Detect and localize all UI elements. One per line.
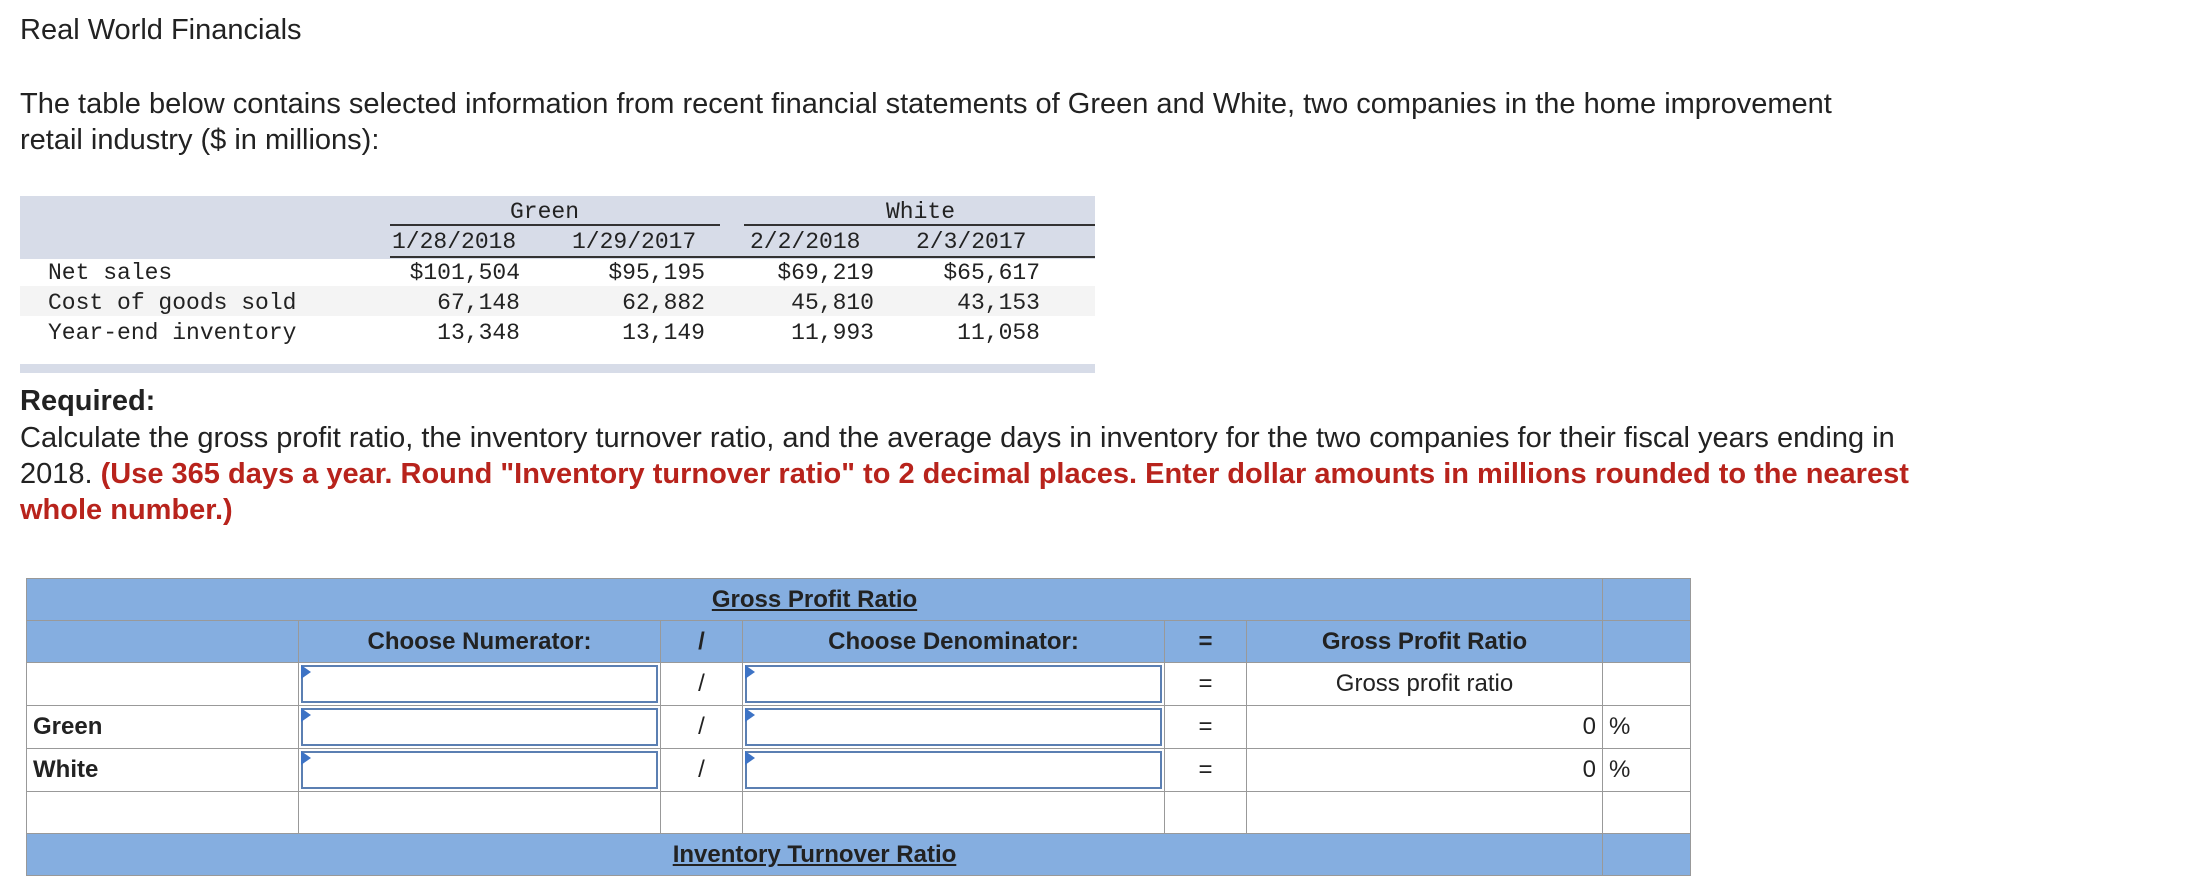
row-label-cost-of-goods-sold: Cost of goods sold <box>48 290 297 316</box>
denominator-input[interactable] <box>742 705 1165 749</box>
green-company-header: Green <box>510 199 580 225</box>
header-blank-cell <box>1602 578 1691 621</box>
gross-profit-title: Gross Profit Ratio <box>711 585 918 613</box>
percent-unit: % <box>1602 705 1691 749</box>
dropdown-indicator-icon <box>745 665 755 679</box>
dropdown-indicator-icon <box>301 665 311 679</box>
dropdown-indicator-icon <box>745 708 755 722</box>
denominator-dropdown-box[interactable] <box>745 665 1162 703</box>
equals-sign: = <box>1164 662 1247 706</box>
value-cell: 13,348 <box>437 320 520 346</box>
denominator-input-box[interactable] <box>745 751 1162 789</box>
divide-sign: / <box>660 705 743 749</box>
company-label-green: Green <box>26 705 299 749</box>
denominator-dropdown[interactable] <box>742 662 1165 706</box>
denominator-input-box[interactable] <box>745 708 1162 746</box>
spacer-cell <box>1164 791 1247 834</box>
white-header-underline <box>744 224 1095 226</box>
date-header-underline <box>390 256 1095 258</box>
header-blank-cell <box>26 620 299 663</box>
inventory-turnover-section-header: Inventory Turnover Ratio <box>26 833 1603 876</box>
date-header: 2/3/2017 <box>916 229 1027 255</box>
date-header: 2/2/2018 <box>750 229 861 255</box>
value-cell: 11,058 <box>957 320 1040 346</box>
value-cell: 13,149 <box>622 320 705 346</box>
required-note: (Use 365 days a year. Round "Inventory t… <box>20 458 1909 526</box>
result-label: Gross profit ratio <box>1246 662 1603 706</box>
spacer-cell <box>1246 791 1603 834</box>
divide-sign: / <box>660 662 743 706</box>
green-header-underline <box>390 224 720 226</box>
dropdown-indicator-icon <box>301 751 311 765</box>
percent-unit: % <box>1602 748 1691 792</box>
divide-sign: / <box>660 620 743 663</box>
unit-blank-cell <box>1602 662 1691 706</box>
denominator-input[interactable] <box>742 748 1165 792</box>
equals-sign: = <box>1164 748 1247 792</box>
spacer-cell <box>298 791 661 834</box>
required-text: Calculate the gross profit ratio, the in… <box>20 420 1920 528</box>
header-blank-cell <box>1602 833 1691 876</box>
value-cell: 67,148 <box>437 290 520 316</box>
spacer-cell <box>742 791 1165 834</box>
date-header: 1/29/2017 <box>572 229 697 255</box>
value-cell: 62,882 <box>622 290 705 316</box>
company-label-white: White <box>26 748 299 792</box>
value-cell: 11,993 <box>791 320 874 346</box>
spacer-cell <box>26 791 299 834</box>
dropdown-indicator-icon <box>301 708 311 722</box>
inventory-turnover-title: Inventory Turnover Ratio <box>672 840 957 868</box>
numerator-input[interactable] <box>298 705 661 749</box>
value-cell: $69,219 <box>777 260 874 286</box>
numerator-input-box[interactable] <box>301 708 658 746</box>
header-blank-cell <box>1602 620 1691 663</box>
equals-sign: = <box>1164 620 1247 663</box>
value-cell: $101,504 <box>409 260 520 286</box>
dropdown-indicator-icon <box>745 751 755 765</box>
value-cell: $95,195 <box>608 260 705 286</box>
financials-footer-bar <box>20 364 1095 373</box>
numerator-header: Choose Numerator: <box>298 620 661 663</box>
row-label-year-end-inventory: Year-end inventory <box>48 320 297 346</box>
financials-table: Green White 1/28/2018 1/29/2017 2/2/2018… <box>20 196 1095 373</box>
result-value: 0 <box>1246 748 1603 792</box>
numerator-dropdown[interactable] <box>298 662 661 706</box>
white-company-header: White <box>886 199 956 225</box>
denominator-header: Choose Denominator: <box>742 620 1165 663</box>
equals-sign: = <box>1164 705 1247 749</box>
divide-sign: / <box>660 748 743 792</box>
row-label-net-sales: Net sales <box>48 260 173 286</box>
numerator-dropdown-box[interactable] <box>301 665 658 703</box>
numerator-input[interactable] <box>298 748 661 792</box>
row-label-blank <box>26 662 299 706</box>
gross-profit-section-header: Gross Profit Ratio <box>26 578 1603 621</box>
intro-text: The table below contains selected inform… <box>20 88 1832 156</box>
page-title: Real World Financials <box>20 14 302 46</box>
value-cell: 45,810 <box>791 290 874 316</box>
numerator-input-box[interactable] <box>301 751 658 789</box>
date-header: 1/28/2018 <box>392 229 517 255</box>
result-value: 0 <box>1246 705 1603 749</box>
result-header: Gross Profit Ratio <box>1246 620 1603 663</box>
spacer-cell <box>660 791 743 834</box>
spacer-cell <box>1602 791 1691 834</box>
value-cell: $65,617 <box>943 260 1040 286</box>
gross-profit-worksheet: Gross Profit Ratio Choose Numerator: / C… <box>26 578 1691 876</box>
value-cell: 43,153 <box>957 290 1040 316</box>
required-heading: Required: <box>20 385 156 417</box>
